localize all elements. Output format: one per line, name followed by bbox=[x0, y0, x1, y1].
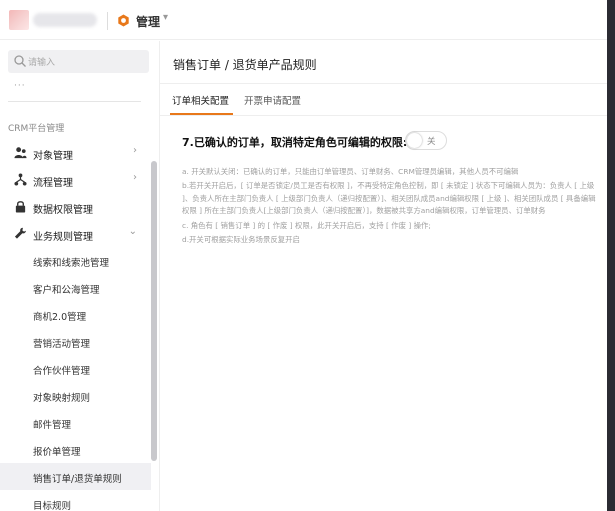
sidebar-subitem[interactable]: 商机2.0管理 bbox=[0, 301, 151, 328]
sidebar-scrollbar[interactable] bbox=[151, 161, 157, 461]
note-line: c. 角色有 [ 销售订单 ] 的 [ 作废 ] 权限，此开关开启后，支持 [ … bbox=[182, 220, 431, 230]
sidebar-section-title: CRM平台管理 bbox=[8, 124, 65, 134]
note-line: b.若开关开启后，[ 订单是否锁定/员工是否有权限 ]，不再受特定角色控制，即 … bbox=[182, 181, 596, 216]
toggle-knob bbox=[407, 133, 422, 148]
sidebar-subitem[interactable]: 邮件管理 bbox=[0, 409, 151, 436]
sidebar-item-label: 数据权限管理 bbox=[33, 205, 93, 216]
sidebar-subitem-label: 合作伙伴管理 bbox=[33, 366, 91, 377]
sidebar-subitem[interactable]: 线索和线索池管理 bbox=[0, 247, 151, 274]
rule-toggle-switch[interactable]: 关 bbox=[405, 131, 447, 150]
page-title: 销售订单 / 退货单产品规则 bbox=[173, 58, 317, 72]
gear-icon bbox=[118, 14, 129, 27]
sidebar-subitem-label: 营销活动管理 bbox=[33, 339, 91, 350]
sidebar-item-label: 流程管理 bbox=[33, 178, 73, 189]
tab-invoice-config[interactable]: 开票申请配置 bbox=[244, 93, 301, 107]
sidebar-subitem-label: 邮件管理 bbox=[33, 420, 72, 431]
title-divider bbox=[160, 83, 607, 84]
caret-down-icon[interactable]: ▾ bbox=[163, 12, 168, 23]
search-icon bbox=[14, 55, 26, 67]
wrench-icon bbox=[14, 227, 26, 239]
top-bar: 管理 ▾ bbox=[0, 0, 607, 40]
sidebar-item-business-rules[interactable]: 业务规则管理 ⌄ bbox=[0, 220, 151, 247]
sidebar-item-label: 业务规则管理 bbox=[33, 232, 93, 243]
company-name-blurred bbox=[33, 13, 97, 27]
more-dots: ··· bbox=[14, 81, 26, 91]
app-window: 管理 ▾ 请输入 ··· CRM平台管理 对象管理 › 流程管理 › 数据权限管… bbox=[0, 0, 607, 511]
toggle-label: 关 bbox=[427, 137, 436, 147]
rule-description: a. 开关默认关闭：已确认的订单，只能由订单管理员、订单财务、CRM管理员编辑，… bbox=[182, 166, 600, 248]
main-content: 销售订单 / 退货单产品规则 订单相关配置 开票申请配置 7.已确认的订单，取消… bbox=[160, 41, 607, 511]
company-logo[interactable] bbox=[9, 10, 29, 30]
sidebar-subitem-label: 客户和公海管理 bbox=[33, 285, 100, 296]
sidebar: 请输入 ··· CRM平台管理 对象管理 › 流程管理 › 数据权限管理 业务规… bbox=[0, 41, 160, 511]
sidebar-subitem[interactable]: 报价单管理 bbox=[0, 436, 151, 463]
sidebar-subitem[interactable]: 合作伙伴管理 bbox=[0, 355, 151, 382]
sidebar-subitem[interactable]: 目标规则 bbox=[0, 490, 151, 511]
rule-title: 7.已确认的订单，取消特定角色可编辑的权限: bbox=[182, 136, 408, 149]
flow-icon bbox=[14, 173, 27, 186]
sidebar-subitem[interactable]: 客户和公海管理 bbox=[0, 274, 151, 301]
sidebar-subitem-label: 目标规则 bbox=[33, 501, 72, 511]
sidebar-subitem-label: 报价单管理 bbox=[33, 447, 81, 458]
note-line: a. 开关默认关闭：已确认的订单，只能由订单管理员、订单财务、CRM管理员编辑，… bbox=[182, 167, 519, 176]
sidebar-item-data-permission[interactable]: 数据权限管理 bbox=[0, 193, 151, 220]
lock-icon bbox=[15, 201, 26, 213]
sidebar-subitem-label: 对象映射规则 bbox=[33, 393, 91, 404]
search-placeholder: 请输入 bbox=[28, 58, 56, 68]
note-line: d.开关可根据实际业务场景反复开启 bbox=[182, 235, 300, 245]
chevron-down-icon: ⌄ bbox=[128, 226, 137, 237]
sidebar-item-label: 对象管理 bbox=[33, 151, 73, 162]
sidebar-item-object-management[interactable]: 对象管理 › bbox=[0, 139, 151, 166]
sidebar-subitem-label: 线索和线索池管理 bbox=[33, 258, 110, 269]
sidebar-subitem-label: 商机2.0管理 bbox=[33, 312, 87, 323]
chevron-right-icon: › bbox=[133, 145, 137, 156]
chevron-right-icon: › bbox=[133, 172, 137, 183]
users-icon bbox=[14, 147, 27, 159]
topbar-divider bbox=[107, 12, 108, 30]
sidebar-item-flow-management[interactable]: 流程管理 › bbox=[0, 166, 151, 193]
app-switcher-title[interactable]: 管理 bbox=[136, 13, 160, 30]
tab-divider bbox=[160, 115, 607, 116]
sidebar-subitem[interactable]: 对象映射规则 bbox=[0, 382, 151, 409]
sidebar-subitem-active[interactable]: 销售订单/退货单规则 bbox=[0, 463, 151, 490]
sidebar-divider bbox=[8, 101, 141, 102]
tab-order-config[interactable]: 订单相关配置 bbox=[172, 93, 229, 107]
sidebar-subitem[interactable]: 营销活动管理 bbox=[0, 328, 151, 355]
sidebar-subitem-label: 销售订单/退货单规则 bbox=[33, 474, 122, 485]
